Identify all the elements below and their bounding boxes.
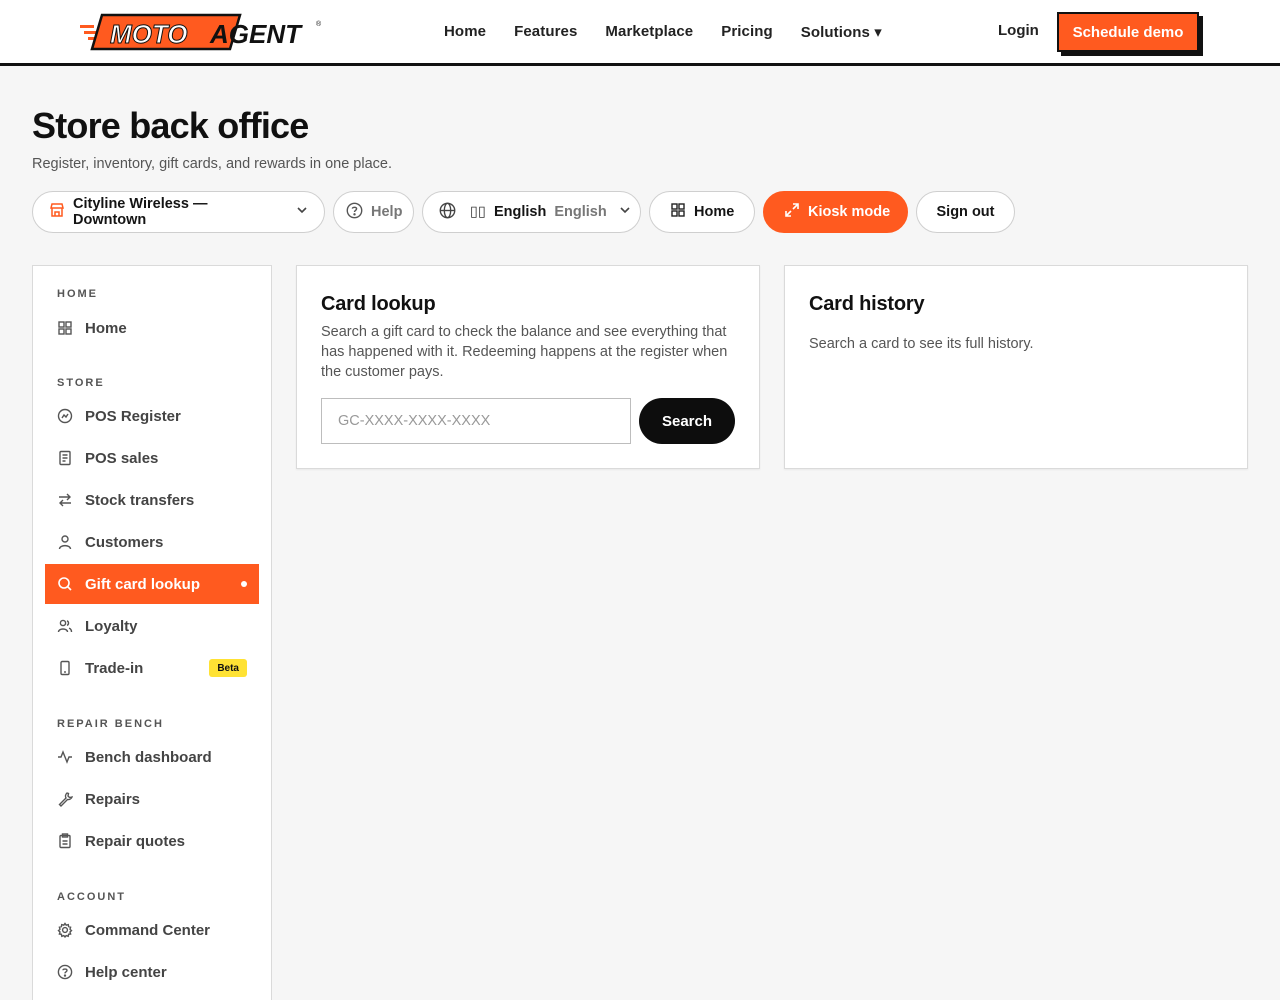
language-flag: ▯▯ bbox=[470, 204, 486, 220]
sidebar-item-help-center[interactable]: Help center bbox=[45, 952, 259, 992]
nav-home[interactable]: Home bbox=[444, 23, 486, 40]
store-name: Cityline Wireless — Downtown bbox=[73, 196, 208, 228]
sidebar-item-label: Loyalty bbox=[85, 617, 138, 635]
grid-icon bbox=[57, 320, 73, 336]
sidebar: HOME Home STORE POS Register POS sales S… bbox=[32, 265, 272, 1000]
sign-out-label: Sign out bbox=[936, 204, 995, 220]
home-label: Home bbox=[694, 204, 735, 220]
sidebar-item-label: Repair quotes bbox=[85, 832, 186, 850]
page-title: Store back office bbox=[32, 105, 309, 146]
sidebar-section-repair-bench: REPAIR BENCH bbox=[57, 718, 164, 730]
language-current: English bbox=[493, 204, 547, 220]
sidebar-item-label: POS sales bbox=[85, 449, 159, 467]
grid-icon bbox=[670, 202, 686, 222]
card-lookup-panel: Card lookup Search a gift card to check … bbox=[296, 265, 760, 469]
sidebar-item-label: Help center bbox=[85, 963, 167, 981]
card-history-title: Card history bbox=[809, 293, 925, 315]
sidebar-section-store: STORE bbox=[57, 377, 105, 389]
sidebar-item-gift-card-lookup[interactable]: Gift card lookup bbox=[45, 564, 259, 604]
language-native: English bbox=[554, 204, 607, 220]
sidebar-item-label: Trade-in bbox=[85, 659, 144, 677]
chevron-down-icon bbox=[296, 204, 308, 220]
sidebar-item-label: Command Center bbox=[85, 921, 211, 939]
language-selector[interactable]: ▯▯ English English bbox=[422, 191, 641, 233]
sidebar-item-pos-register[interactable]: POS Register bbox=[45, 396, 259, 436]
sidebar-item-label: Stock transfers bbox=[85, 491, 195, 509]
page-subtitle: Register, inventory, gift cards, and rew… bbox=[32, 156, 393, 172]
sidebar-item-trade-in[interactable]: Trade-in Beta bbox=[45, 648, 259, 688]
store-selector[interactable]: Cityline Wireless — Downtown bbox=[32, 191, 325, 233]
chevron-down-icon bbox=[619, 204, 631, 220]
sidebar-item-repairs[interactable]: Repairs bbox=[45, 779, 259, 819]
help-button[interactable]: Help bbox=[333, 191, 414, 233]
svg-text:®: ® bbox=[316, 20, 322, 28]
beta-badge: Beta bbox=[209, 659, 247, 677]
help-circle-icon bbox=[57, 964, 73, 980]
search-button[interactable]: Search bbox=[639, 398, 735, 444]
sidebar-item-label: Repairs bbox=[85, 790, 141, 808]
search-icon bbox=[57, 576, 73, 592]
sidebar-item-label: Gift card lookup bbox=[85, 575, 201, 593]
help-label: Help bbox=[371, 204, 403, 220]
gift-card-search-input[interactable] bbox=[321, 398, 631, 444]
activity-icon bbox=[57, 749, 73, 765]
kiosk-mode-button[interactable]: Kiosk mode bbox=[763, 191, 908, 233]
sidebar-section-home: HOME bbox=[57, 288, 98, 300]
login-link[interactable]: Login bbox=[998, 22, 1039, 39]
card-history-panel: Card history Search a card to see its fu… bbox=[784, 265, 1248, 469]
expand-icon bbox=[784, 202, 800, 222]
sidebar-item-pos-sales[interactable]: POS sales bbox=[45, 438, 259, 478]
sidebar-item-stock-transfers[interactable]: Stock transfers bbox=[45, 480, 259, 520]
home-button[interactable]: Home bbox=[649, 191, 755, 233]
nav-features[interactable]: Features bbox=[514, 23, 577, 40]
sidebar-item-label: Customers bbox=[85, 533, 164, 551]
globe-icon bbox=[439, 202, 456, 223]
nav-solutions[interactable]: Solutions ▾ bbox=[801, 23, 882, 41]
nav-marketplace[interactable]: Marketplace bbox=[605, 23, 693, 40]
sidebar-item-label: Home bbox=[85, 319, 127, 337]
logo-text-moto: MOTO bbox=[110, 19, 188, 49]
sidebar-item-command-center[interactable]: Command Center bbox=[45, 910, 259, 950]
card-history-empty-state: Search a card to see its full history. bbox=[809, 336, 1034, 352]
sidebar-item-bench-dashboard[interactable]: Bench dashboard bbox=[45, 737, 259, 777]
wrench-icon bbox=[57, 791, 73, 807]
card-lookup-description: Search a gift card to check the balance … bbox=[321, 324, 728, 380]
gear-icon bbox=[57, 922, 73, 938]
sidebar-item-loyalty[interactable]: Loyalty bbox=[45, 606, 259, 646]
card-lookup-title: Card lookup bbox=[321, 293, 436, 315]
top-nav: MOTO AGENT ® Home Features Marketplace P… bbox=[0, 0, 1280, 66]
moto-agent-logo[interactable]: MOTO AGENT ® bbox=[80, 13, 325, 51]
user-icon bbox=[57, 534, 73, 550]
help-circle-icon bbox=[346, 202, 363, 223]
users-icon bbox=[57, 618, 73, 634]
active-indicator bbox=[241, 581, 247, 587]
logo-text-agent: AGENT bbox=[209, 19, 303, 49]
store-icon bbox=[49, 202, 65, 222]
sidebar-item-label: POS Register bbox=[85, 407, 181, 425]
kiosk-label: Kiosk mode bbox=[808, 204, 891, 220]
receipt-icon bbox=[57, 450, 73, 466]
schedule-demo-button[interactable]: Schedule demo bbox=[1057, 12, 1199, 52]
nav-pricing[interactable]: Pricing bbox=[721, 23, 773, 40]
register-icon bbox=[57, 408, 73, 424]
sidebar-section-account: ACCOUNT bbox=[57, 891, 126, 903]
sidebar-item-customers[interactable]: Customers bbox=[45, 522, 259, 562]
phone-icon bbox=[57, 660, 73, 676]
sidebar-item-repair-quotes[interactable]: Repair quotes bbox=[45, 821, 259, 861]
clipboard-icon bbox=[57, 833, 73, 849]
main-nav: Home Features Marketplace Pricing Soluti… bbox=[444, 0, 882, 63]
sign-out-button[interactable]: Sign out bbox=[916, 191, 1015, 233]
sidebar-item-home[interactable]: Home bbox=[45, 308, 259, 348]
transfer-icon bbox=[57, 492, 73, 508]
sidebar-item-label: Bench dashboard bbox=[85, 748, 212, 766]
